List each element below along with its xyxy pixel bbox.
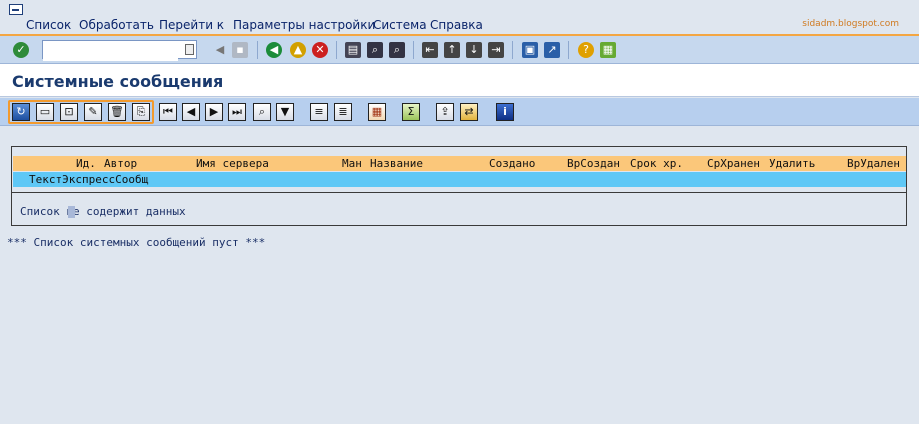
column-header-delete[interactable]: Удалить bbox=[769, 156, 815, 171]
find-record-icon[interactable]: ⌕ bbox=[253, 103, 271, 121]
next-record-icon[interactable]: ▶ bbox=[205, 103, 223, 121]
delete-icon[interactable]: 🗑 bbox=[108, 103, 126, 121]
column-header-created[interactable]: Создано bbox=[489, 156, 535, 171]
list-header: Ид. Автор Имя сервера Ман Название Созда… bbox=[13, 156, 906, 171]
message-list: Ид. Автор Имя сервера Ман Название Созда… bbox=[11, 146, 907, 226]
empty-list-message: Список не содержит данных bbox=[20, 205, 186, 218]
info-icon[interactable]: i bbox=[496, 103, 514, 121]
layout-menu-icon[interactable]: ▦ bbox=[600, 42, 616, 58]
back-icon[interactable]: ◀ bbox=[266, 42, 282, 58]
enter-check-icon[interactable]: ✓ bbox=[13, 42, 29, 58]
prev-page-icon[interactable]: ↑ bbox=[444, 42, 460, 58]
refresh-icon[interactable]: ↻ bbox=[12, 103, 30, 121]
previous-record-icon[interactable]: ◀ bbox=[182, 103, 200, 121]
list-subheader-row[interactable]: ТекстЭкспрессСообщ bbox=[13, 172, 906, 187]
column-header-id[interactable]: Ид. bbox=[76, 156, 96, 171]
column-header-retention[interactable]: Срок хр. bbox=[630, 156, 683, 171]
cancel-icon[interactable]: ✕ bbox=[312, 42, 328, 58]
menu-list[interactable]: Список bbox=[26, 18, 71, 32]
new-session-icon[interactable]: ▣ bbox=[522, 42, 538, 58]
menu-system[interactable]: Система bbox=[373, 18, 427, 32]
find-icon[interactable]: ⌕ bbox=[367, 42, 383, 58]
display-icon[interactable]: ⊡ bbox=[60, 103, 78, 121]
print-icon[interactable]: ▤ bbox=[345, 42, 361, 58]
column-header-retention-time[interactable]: СрХранен bbox=[707, 156, 760, 171]
text-cursor bbox=[68, 206, 75, 218]
toolbar-separator bbox=[257, 41, 258, 59]
standard-toolbar: ✓ ◀ ▪ ◀ ▲ ✕ ▤ ⌕ ⌕ ⇤ ↑ ↓ ⇥ ▣ ↗ ? ▦ bbox=[0, 36, 919, 64]
command-field[interactable] bbox=[42, 40, 197, 61]
toolbar-separator bbox=[512, 41, 513, 59]
toolbar-separator bbox=[413, 41, 414, 59]
empty-list-text: Список не содержит данных bbox=[20, 205, 186, 218]
exit-icon[interactable]: ▲ bbox=[290, 42, 306, 58]
menu-settings[interactable]: Параметры настройки bbox=[233, 18, 375, 32]
toolbar-separator bbox=[336, 41, 337, 59]
menu-help[interactable]: Справка bbox=[430, 18, 483, 32]
command-input[interactable] bbox=[43, 44, 178, 61]
first-page-icon[interactable]: ⇤ bbox=[422, 42, 438, 58]
shortcut-icon[interactable]: ↗ bbox=[544, 42, 560, 58]
column-header-man[interactable]: Ман bbox=[342, 156, 362, 171]
menu-edit[interactable]: Обработать bbox=[79, 18, 154, 32]
application-toolbar: ↻ ▭ ⊡ ✎ 🗑 ⎘ ⏮ ◀ ▶ ⏭ ⌕ ▼ ≡ ≣ ▦ Σ ⇪ ⇄ i bbox=[0, 98, 919, 126]
find-next-icon[interactable]: ⌕ bbox=[389, 42, 405, 58]
row-label: ТекстЭкспрессСообщ bbox=[29, 173, 149, 186]
help-icon[interactable]: ? bbox=[578, 42, 594, 58]
back-arrow-icon[interactable]: ◀ bbox=[212, 42, 228, 58]
menu-goto[interactable]: Перейти к bbox=[159, 18, 224, 32]
column-header-name[interactable]: Название bbox=[370, 156, 423, 171]
sort-ascending-icon[interactable]: ≡ bbox=[310, 103, 328, 121]
command-history-icon[interactable] bbox=[185, 44, 194, 55]
footer-message: *** Список системных сообщений пуст *** bbox=[7, 236, 266, 249]
attachment-icon[interactable]: ⇄ bbox=[460, 103, 478, 121]
copy-icon[interactable]: ⎘ bbox=[132, 103, 150, 121]
export-icon[interactable]: ⇪ bbox=[436, 103, 454, 121]
toolbar-separator bbox=[568, 41, 569, 59]
next-page-icon[interactable]: ↓ bbox=[466, 42, 482, 58]
column-header-delete-time[interactable]: ВрУдален bbox=[847, 156, 900, 171]
save-icon: ▪ bbox=[232, 42, 248, 58]
create-icon[interactable]: ▭ bbox=[36, 103, 54, 121]
column-header-created-time[interactable]: ВрСоздан bbox=[567, 156, 620, 171]
layout-grid-icon[interactable]: ▦ bbox=[368, 103, 386, 121]
last-page-icon[interactable]: ⇥ bbox=[488, 42, 504, 58]
sort-descending-icon[interactable]: ≣ bbox=[334, 103, 352, 121]
menu-bar: Список Обработать Перейти к Параметры на… bbox=[0, 0, 919, 35]
page-title: Системные сообщения bbox=[12, 72, 224, 91]
window-menu-icon[interactable] bbox=[9, 4, 23, 15]
sum-icon[interactable]: Σ bbox=[402, 103, 420, 121]
first-record-icon[interactable]: ⏮ bbox=[159, 103, 177, 121]
watermark: sidadm.blogspot.com bbox=[802, 19, 899, 29]
change-icon[interactable]: ✎ bbox=[84, 103, 102, 121]
last-record-icon[interactable]: ⏭ bbox=[228, 103, 246, 121]
title-area: Системные сообщения bbox=[0, 64, 919, 97]
list-divider bbox=[12, 192, 906, 193]
filter-icon[interactable]: ▼ bbox=[276, 103, 294, 121]
column-header-author[interactable]: Автор bbox=[104, 156, 137, 171]
column-header-server[interactable]: Имя сервера bbox=[196, 156, 269, 171]
